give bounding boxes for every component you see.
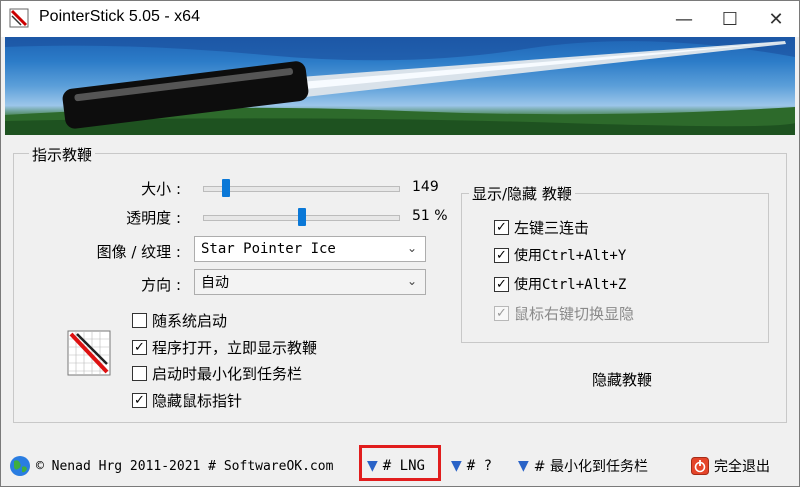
ctrl-alt-z-checkbox[interactable]: ✓ 使用Ctrl+Alt+Z (494, 274, 626, 294)
image-texture-label: 图像 / 纹理 : (96, 243, 181, 261)
chevron-down-icon: ⌄ (406, 274, 417, 288)
language-highlight-box (359, 445, 441, 481)
opacity-value: 51 % (412, 208, 448, 224)
minimize-button[interactable]: — (661, 1, 707, 37)
exit-icon (691, 457, 709, 475)
checkbox-box[interactable]: ✓ (494, 247, 509, 263)
image-texture-select[interactable]: Star Pointer Ice ⌄ (194, 236, 426, 262)
exit-label: 完全退出 (714, 459, 770, 475)
checkbox-box[interactable] (132, 313, 147, 328)
toggle-group-legend: 显示/隐藏 教鞭 (469, 183, 575, 204)
size-slider-thumb[interactable] (222, 179, 231, 197)
ctrl-alt-y-checkbox[interactable]: ✓ 使用Ctrl+Alt+Y (494, 245, 626, 265)
close-button[interactable]: ✕ (753, 1, 799, 37)
checkbox-box[interactable]: ✓ (132, 340, 147, 355)
checkbox-box[interactable]: ✓ (132, 393, 147, 408)
checkbox-label: 随系统启动 (152, 312, 228, 330)
main-window: PointerStick 5.05 - x64 — ☐ ✕ 指示教鞭 大小 : … (0, 0, 800, 487)
checkbox-box[interactable]: ✓ (494, 220, 509, 235)
hide-pointer-button[interactable]: 隐藏教鞭 (592, 369, 652, 390)
autostart-checkbox[interactable]: 随系统启动 (132, 310, 227, 331)
hide-mouse-cursor-checkbox[interactable]: ✓ 隐藏鼠标指针 (132, 390, 242, 411)
globe-icon (9, 455, 31, 477)
checkbox-label: 启动时最小化到任务栏 (152, 365, 303, 383)
window-title: PointerStick 5.05 - x64 (39, 8, 200, 25)
opacity-label: 透明度 : (126, 209, 181, 227)
pointerstick-app-icon (9, 8, 29, 28)
filter-menu-icon: ▼ (451, 458, 462, 474)
checkbox-label: 左键三连击 (514, 219, 590, 237)
size-label: 大小 : (141, 180, 181, 198)
size-slider-track[interactable] (203, 186, 400, 192)
checkbox-label: 使用Ctrl+Alt+Y (514, 248, 627, 264)
maximize-button[interactable]: ☐ (707, 1, 753, 37)
triple-left-click-checkbox[interactable]: ✓ 左键三连击 (494, 217, 589, 238)
filter-menu-icon: ▼ (518, 458, 529, 474)
chevron-down-icon: ⌄ (406, 241, 417, 255)
right-click-toggle-checkbox: ✓ 鼠标右键切换显隐 (494, 303, 634, 324)
minimize-to-tray-menu[interactable]: ▼ # 最小化到任务栏 (518, 453, 648, 479)
header-banner (5, 37, 795, 135)
copyright-link[interactable]: © Nenad Hrg 2011-2021 # SoftwareOK.com (9, 453, 333, 479)
help-menu[interactable]: ▼ # ? (451, 453, 492, 479)
checkbox-label: 程序打开，立即显示教鞭 (152, 339, 318, 357)
show-on-open-checkbox[interactable]: ✓ 程序打开，立即显示教鞭 (132, 337, 317, 358)
pointer-stick-illustration (5, 37, 795, 135)
opacity-slider-thumb[interactable] (298, 208, 307, 226)
checkbox-label: 隐藏鼠标指针 (152, 392, 243, 410)
image-texture-value: Star Pointer Ice (201, 241, 336, 257)
title-bar[interactable]: PointerStick 5.05 - x64 — ☐ ✕ (1, 1, 799, 37)
minimize-to-tray-label: # 最小化到任务栏 (533, 459, 648, 475)
pointer-preview-icon (67, 330, 111, 376)
pointer-settings-legend: 指示教鞭 (29, 144, 96, 165)
size-value: 149 (412, 179, 439, 195)
direction-select[interactable]: 自动 ⌄ (194, 269, 426, 295)
checkbox-box: ✓ (494, 306, 509, 321)
help-menu-label: # ? (466, 458, 493, 474)
checkbox-label: 鼠标右键切换显隐 (514, 305, 635, 323)
direction-label: 方向 : (141, 276, 181, 294)
minimize-on-start-checkbox[interactable]: 启动时最小化到任务栏 (132, 363, 302, 384)
direction-value: 自动 (201, 275, 229, 291)
copyright-text: © Nenad Hrg 2011-2021 # SoftwareOK.com (36, 458, 334, 474)
checkbox-box[interactable] (132, 366, 147, 381)
checkbox-box[interactable]: ✓ (494, 276, 509, 292)
exit-button[interactable]: 完全退出 (691, 453, 770, 479)
checkbox-label: 使用Ctrl+Alt+Z (514, 277, 627, 293)
